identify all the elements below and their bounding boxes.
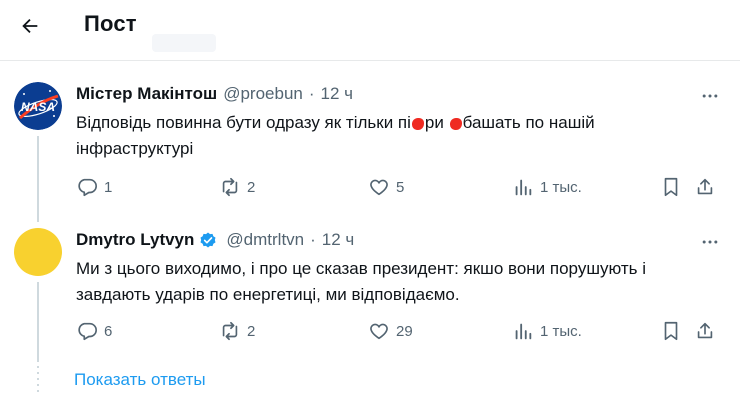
more-options-button[interactable] <box>698 230 722 254</box>
retweet-count: 2 <box>247 322 256 340</box>
tweet-2[interactable]: Dmytro Lytvyn @dmtrltvn · 12 ч Ми з цьог… <box>0 220 740 370</box>
tweet-text: Ми з цього виходимо, і про це сказав пре… <box>76 259 646 304</box>
redaction-mark <box>411 117 424 130</box>
author-handle[interactable]: @dmtrltvn <box>226 230 304 250</box>
like-button[interactable]: 5 <box>368 176 404 198</box>
author-row: Dmytro Lytvyn @dmtrltvn · 12 ч <box>76 230 354 250</box>
tweet-actions: 1 2 5 1 тыс. <box>76 176 726 200</box>
show-replies-link[interactable]: Показать ответы <box>74 370 206 390</box>
author-row: Містер Макінтош @proebun · 12 ч <box>76 84 353 104</box>
tweet-text: Відповідь повинна бути одразу як тільки … <box>76 110 676 162</box>
like-count: 5 <box>396 178 405 196</box>
avatar[interactable] <box>14 228 62 276</box>
avatar-logo-text: NASA <box>21 100 55 114</box>
timestamp[interactable]: 12 ч <box>321 84 354 104</box>
reply-count: 6 <box>104 322 113 340</box>
more-dots-icon <box>702 94 718 98</box>
arrow-left-icon <box>22 18 38 34</box>
verified-badge-icon <box>198 230 218 250</box>
page-title: Пост <box>84 11 137 36</box>
author-handle[interactable]: @proebun <box>223 84 303 104</box>
bookmark-button[interactable] <box>660 320 682 342</box>
heart-icon <box>370 179 388 196</box>
bookmark-button[interactable] <box>660 176 682 198</box>
retweet-icon <box>222 321 238 341</box>
retweet-icon <box>222 177 238 197</box>
dot-separator: · <box>308 84 315 103</box>
text-part: Відповідь повинна бути одразу як тільки … <box>76 113 411 132</box>
thread-line <box>37 282 39 362</box>
reply-count: 1 <box>104 178 113 196</box>
bookmark-icon <box>664 177 678 197</box>
more-options-button[interactable] <box>698 84 722 108</box>
share-button[interactable] <box>694 320 716 342</box>
faint-placeholder <box>152 34 216 52</box>
header-bar: Пост <box>0 0 740 52</box>
heart-icon <box>370 323 388 340</box>
bookmark-icon <box>664 321 678 341</box>
author-name[interactable]: Dmytro Lytvyn <box>76 230 194 250</box>
views-count: 1 тыс. <box>540 178 582 196</box>
views-button[interactable]: 1 тыс. <box>512 176 582 198</box>
redaction-mark <box>449 117 462 130</box>
timestamp[interactable]: 12 ч <box>322 230 355 250</box>
tweet-1[interactable]: NASA Містер Макінтош @proebun · 12 ч Від… <box>0 60 740 222</box>
analytics-icon <box>515 179 532 196</box>
back-button[interactable] <box>14 10 46 42</box>
share-button[interactable] <box>694 176 716 198</box>
retweet-count: 2 <box>247 178 256 196</box>
reply-icon <box>78 322 97 341</box>
thread-line <box>37 136 39 222</box>
views-count: 1 тыс. <box>540 322 582 340</box>
tweet-actions: 6 2 29 1 тыс. <box>76 320 726 344</box>
thread-continuation-dots <box>37 366 39 396</box>
avatar[interactable]: NASA <box>14 82 62 130</box>
retweet-button[interactable]: 2 <box>219 176 255 198</box>
like-count: 29 <box>396 322 413 340</box>
nasa-logo-icon: NASA <box>14 82 62 130</box>
like-button[interactable]: 29 <box>368 320 413 342</box>
reply-button[interactable]: 1 <box>76 176 112 198</box>
analytics-icon <box>515 323 532 340</box>
reply-button[interactable]: 6 <box>76 320 112 342</box>
views-button[interactable]: 1 тыс. <box>512 320 582 342</box>
dot-separator: · <box>310 230 316 249</box>
share-icon <box>697 322 713 339</box>
text-part: ри <box>424 113 449 132</box>
author-name[interactable]: Містер Макінтош <box>76 84 217 104</box>
share-icon <box>697 178 713 195</box>
retweet-button[interactable]: 2 <box>219 320 255 342</box>
more-dots-icon <box>702 240 718 244</box>
reply-icon <box>78 178 97 197</box>
